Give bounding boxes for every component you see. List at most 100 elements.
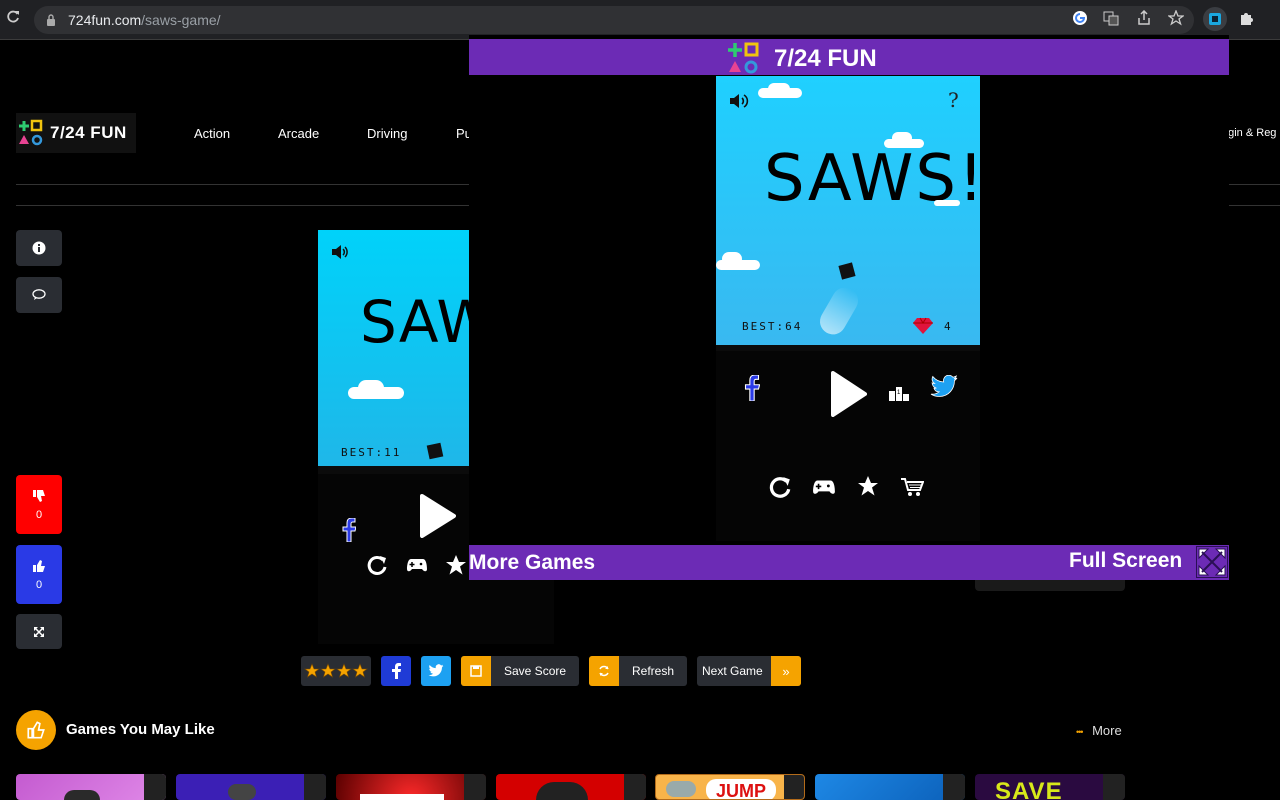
thumbnail-edge: [784, 775, 804, 799]
rating-bar-edge: [975, 580, 1125, 591]
next-game-button[interactable]: Next Game »: [697, 656, 801, 686]
thumbnail-label: SAVE: [995, 778, 1063, 800]
sound-icon[interactable]: [728, 92, 750, 115]
cloud: [934, 200, 960, 206]
grass: [318, 466, 469, 474]
logo-text: 7/24 FUN: [50, 123, 127, 142]
gamepad-icon[interactable]: [406, 556, 428, 579]
nav-arcade[interactable]: Arcade: [278, 126, 319, 141]
thumbnail-edge: [304, 774, 326, 800]
divider: [16, 184, 469, 185]
save-score-label: Save Score: [504, 664, 567, 678]
game-thumbnail[interactable]: [176, 774, 326, 800]
thumbnail-label: JUMP: [706, 779, 776, 799]
comment-button[interactable]: [16, 277, 62, 313]
google-icon[interactable]: [1071, 10, 1089, 28]
best-score: BEST:11: [341, 446, 402, 459]
overlay-brand: 7/24 FUN: [774, 45, 877, 72]
dislike-count: 0: [35, 508, 43, 521]
like-button[interactable]: 0: [16, 545, 62, 604]
leaderboard-icon[interactable]: 1: [888, 385, 910, 406]
facebook-share-icon[interactable]: [342, 517, 357, 547]
save-icon: [461, 656, 491, 686]
shop-cart-icon[interactable]: [900, 477, 925, 502]
twitter-share-icon[interactable]: [930, 374, 958, 404]
browser-toolbar: 724fun.com/saws-game/: [0, 0, 1280, 40]
logo-shapes-icon: [728, 42, 759, 74]
login-register-link[interactable]: ogin & Reg: [1222, 127, 1276, 139]
next-game-label: Next Game: [702, 664, 763, 678]
gamepad-icon[interactable]: [812, 477, 836, 502]
game-frame-large[interactable]: ? SAWS! BEST:64 4: [716, 76, 980, 351]
game-overlay: 7/24 FUN ? SAWS! BEST:64 4 1 More Games …: [469, 35, 1229, 580]
facebook-icon: [391, 663, 401, 679]
facebook-button[interactable]: [381, 656, 411, 686]
thumbnail-edge: [943, 774, 965, 800]
game-title: SAWS: [360, 288, 469, 356]
sound-icon[interactable]: [330, 244, 350, 265]
game-frame[interactable]: SAWS BEST:11: [318, 230, 469, 474]
more-link[interactable]: ••• More: [1076, 723, 1122, 738]
refresh-button[interactable]: Refresh: [589, 656, 687, 686]
thumbnail-art: [360, 794, 444, 800]
player-block: [838, 262, 856, 280]
reload-icon[interactable]: [6, 10, 20, 24]
share-icon[interactable]: [1135, 9, 1153, 28]
divider: [1229, 184, 1280, 185]
game-thumbnail[interactable]: [16, 774, 166, 800]
twitter-icon: [428, 664, 444, 677]
divider: [16, 205, 469, 206]
thumbs-up-badge-icon: [16, 710, 56, 750]
gem-icon: [913, 317, 933, 334]
game-menu-panel: 1: [716, 351, 980, 541]
refresh-label: Refresh: [632, 664, 675, 678]
site-logo[interactable]: 7/24 FUN: [16, 113, 136, 153]
game-thumbnail[interactable]: [815, 774, 965, 800]
address-bar[interactable]: 724fun.com/saws-game/: [34, 6, 1194, 34]
restart-icon[interactable]: [366, 554, 388, 581]
extensions-puzzle-icon[interactable]: [1238, 10, 1256, 28]
player-block: [426, 442, 444, 460]
facebook-share-icon[interactable]: [744, 374, 761, 406]
thumbnail-edge: [464, 774, 486, 800]
play-icon[interactable]: [829, 371, 867, 422]
logo-shapes-icon: [19, 119, 43, 146]
nav-action[interactable]: Action: [194, 126, 230, 141]
dots-icon: •••: [1076, 727, 1084, 737]
info-icon: [32, 241, 46, 255]
play-icon[interactable]: [418, 494, 456, 543]
thumbnail-art: [536, 782, 588, 800]
refresh-icon: [589, 656, 619, 686]
thumbs-down-icon: [33, 489, 45, 502]
url-text: 724fun.com/saws-game/: [68, 12, 221, 28]
help-button[interactable]: ?: [948, 88, 959, 112]
fullscreen-button[interactable]: [16, 614, 62, 649]
game-thumbnail[interactable]: SAVE: [975, 774, 1125, 800]
full-screen-button[interactable]: Full Screen: [1069, 549, 1182, 573]
thumbnail-art: [64, 790, 100, 800]
translate-icon[interactable]: [1102, 10, 1120, 28]
thumbnail-art: [666, 781, 696, 797]
star-rating[interactable]: [301, 656, 371, 686]
save-score-button[interactable]: Save Score: [461, 656, 579, 686]
nav-driving[interactable]: Driving: [367, 126, 407, 141]
star-rate-icon[interactable]: [857, 475, 879, 502]
game-thumbnail[interactable]: JUMP: [655, 774, 805, 800]
rating-stars-icon: [304, 663, 368, 678]
dislike-button[interactable]: 0: [16, 475, 62, 534]
game-thumbnail[interactable]: [496, 774, 646, 800]
fullscreen-expand-icon[interactable]: [1196, 546, 1228, 578]
more-games-button[interactable]: More Games: [469, 551, 595, 575]
extension-active-icon[interactable]: [1203, 7, 1227, 31]
star-rate-icon[interactable]: [445, 554, 467, 581]
restart-icon[interactable]: [768, 475, 792, 504]
bookmark-star-icon[interactable]: [1167, 9, 1185, 28]
game-thumbnail[interactable]: [336, 774, 486, 800]
twitter-button[interactable]: [421, 656, 451, 686]
divider: [1229, 205, 1280, 206]
expand-icon: [34, 626, 44, 637]
motion-trail: [815, 282, 863, 340]
thumbnail-edge: [624, 774, 646, 800]
info-button[interactable]: [16, 230, 62, 266]
gem-count: 4: [944, 320, 951, 333]
